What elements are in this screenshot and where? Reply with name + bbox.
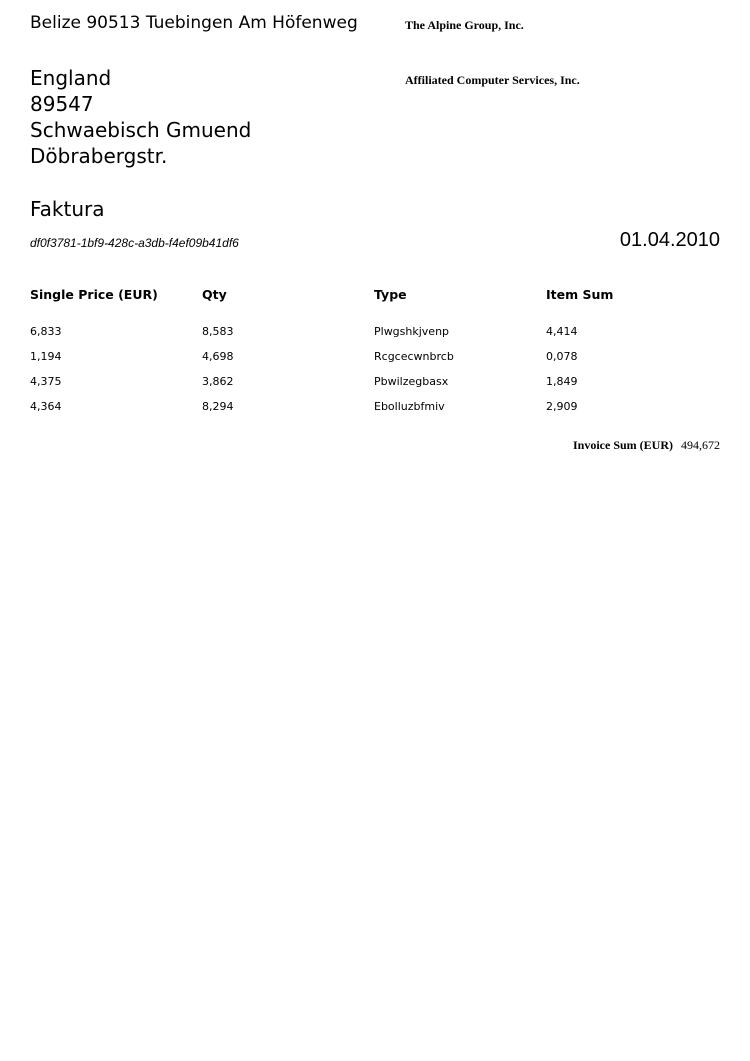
cell-qty: 8,583 (202, 325, 234, 338)
cell-type: Plwgshkjvenp (374, 325, 450, 338)
sender-address: Belize 90513 Tuebingen Am Höfenweg (30, 13, 358, 33)
header-item-sum: Item Sum (546, 287, 614, 302)
recipient-postcode: 89547 (30, 92, 94, 116)
cell-item-sum: 1,849 (546, 375, 578, 388)
cell-single-price: 6,833 (30, 325, 62, 338)
table-spacer (30, 311, 720, 319)
cell-item-sum: 2,909 (546, 400, 578, 413)
invoice-sum-label: Invoice Sum (EUR) (572, 438, 673, 452)
recipient-city: Schwaebisch Gmuend (30, 118, 252, 142)
cell-qty: 8,294 (202, 400, 234, 413)
recipient-country: England (30, 66, 112, 90)
cell-type: Rcgcecwnbrcb (374, 350, 454, 363)
cell-qty: 4,698 (202, 350, 234, 363)
cell-type: Ebolluzbfmiv (374, 400, 445, 413)
table-row: 4,364 8,294 Ebolluzbfmiv 2,909 (30, 394, 720, 419)
invoice-items-table: Single Price (EUR) Qty Type Item Sum 6,8… (30, 285, 720, 419)
header-qty: Qty (202, 287, 227, 302)
table-row: 1,194 4,698 Rcgcecwnbrcb 0,078 (30, 344, 720, 369)
company-name-secondary: Affiliated Computer Services, Inc. (405, 73, 580, 87)
table-row: 4,375 3,862 Pbwilzegbasx 1,849 (30, 369, 720, 394)
invoice-sum: Invoice Sum (EUR) 494,672 (573, 438, 720, 453)
cell-item-sum: 4,414 (546, 325, 578, 338)
recipient-street: Döbrabergstr. (30, 144, 168, 168)
invoice-sum-value: 494,672 (681, 438, 720, 452)
cell-single-price: 4,364 (30, 400, 62, 413)
header-type: Type (374, 287, 407, 302)
cell-single-price: 4,375 (30, 375, 62, 388)
recipient-address: England 89547 Schwaebisch Gmuend Döbrabe… (30, 65, 251, 169)
document-title: Faktura (30, 197, 105, 221)
table-row: 6,833 8,583 Plwgshkjvenp 4,414 (30, 319, 720, 344)
cell-item-sum: 0,078 (546, 350, 578, 363)
cell-type: Pbwilzegbasx (374, 375, 449, 388)
document-date: 01.04.2010 (619, 229, 720, 251)
cell-single-price: 1,194 (30, 350, 62, 363)
header-single-price: Single Price (EUR) (30, 287, 158, 302)
company-name-primary: The Alpine Group, Inc. (405, 18, 524, 32)
document-id: df0f3781-1bf9-428c-a3db-f4ef09b41df6 (30, 236, 239, 250)
cell-qty: 3,862 (202, 375, 234, 388)
table-header-row: Single Price (EUR) Qty Type Item Sum (30, 285, 720, 311)
